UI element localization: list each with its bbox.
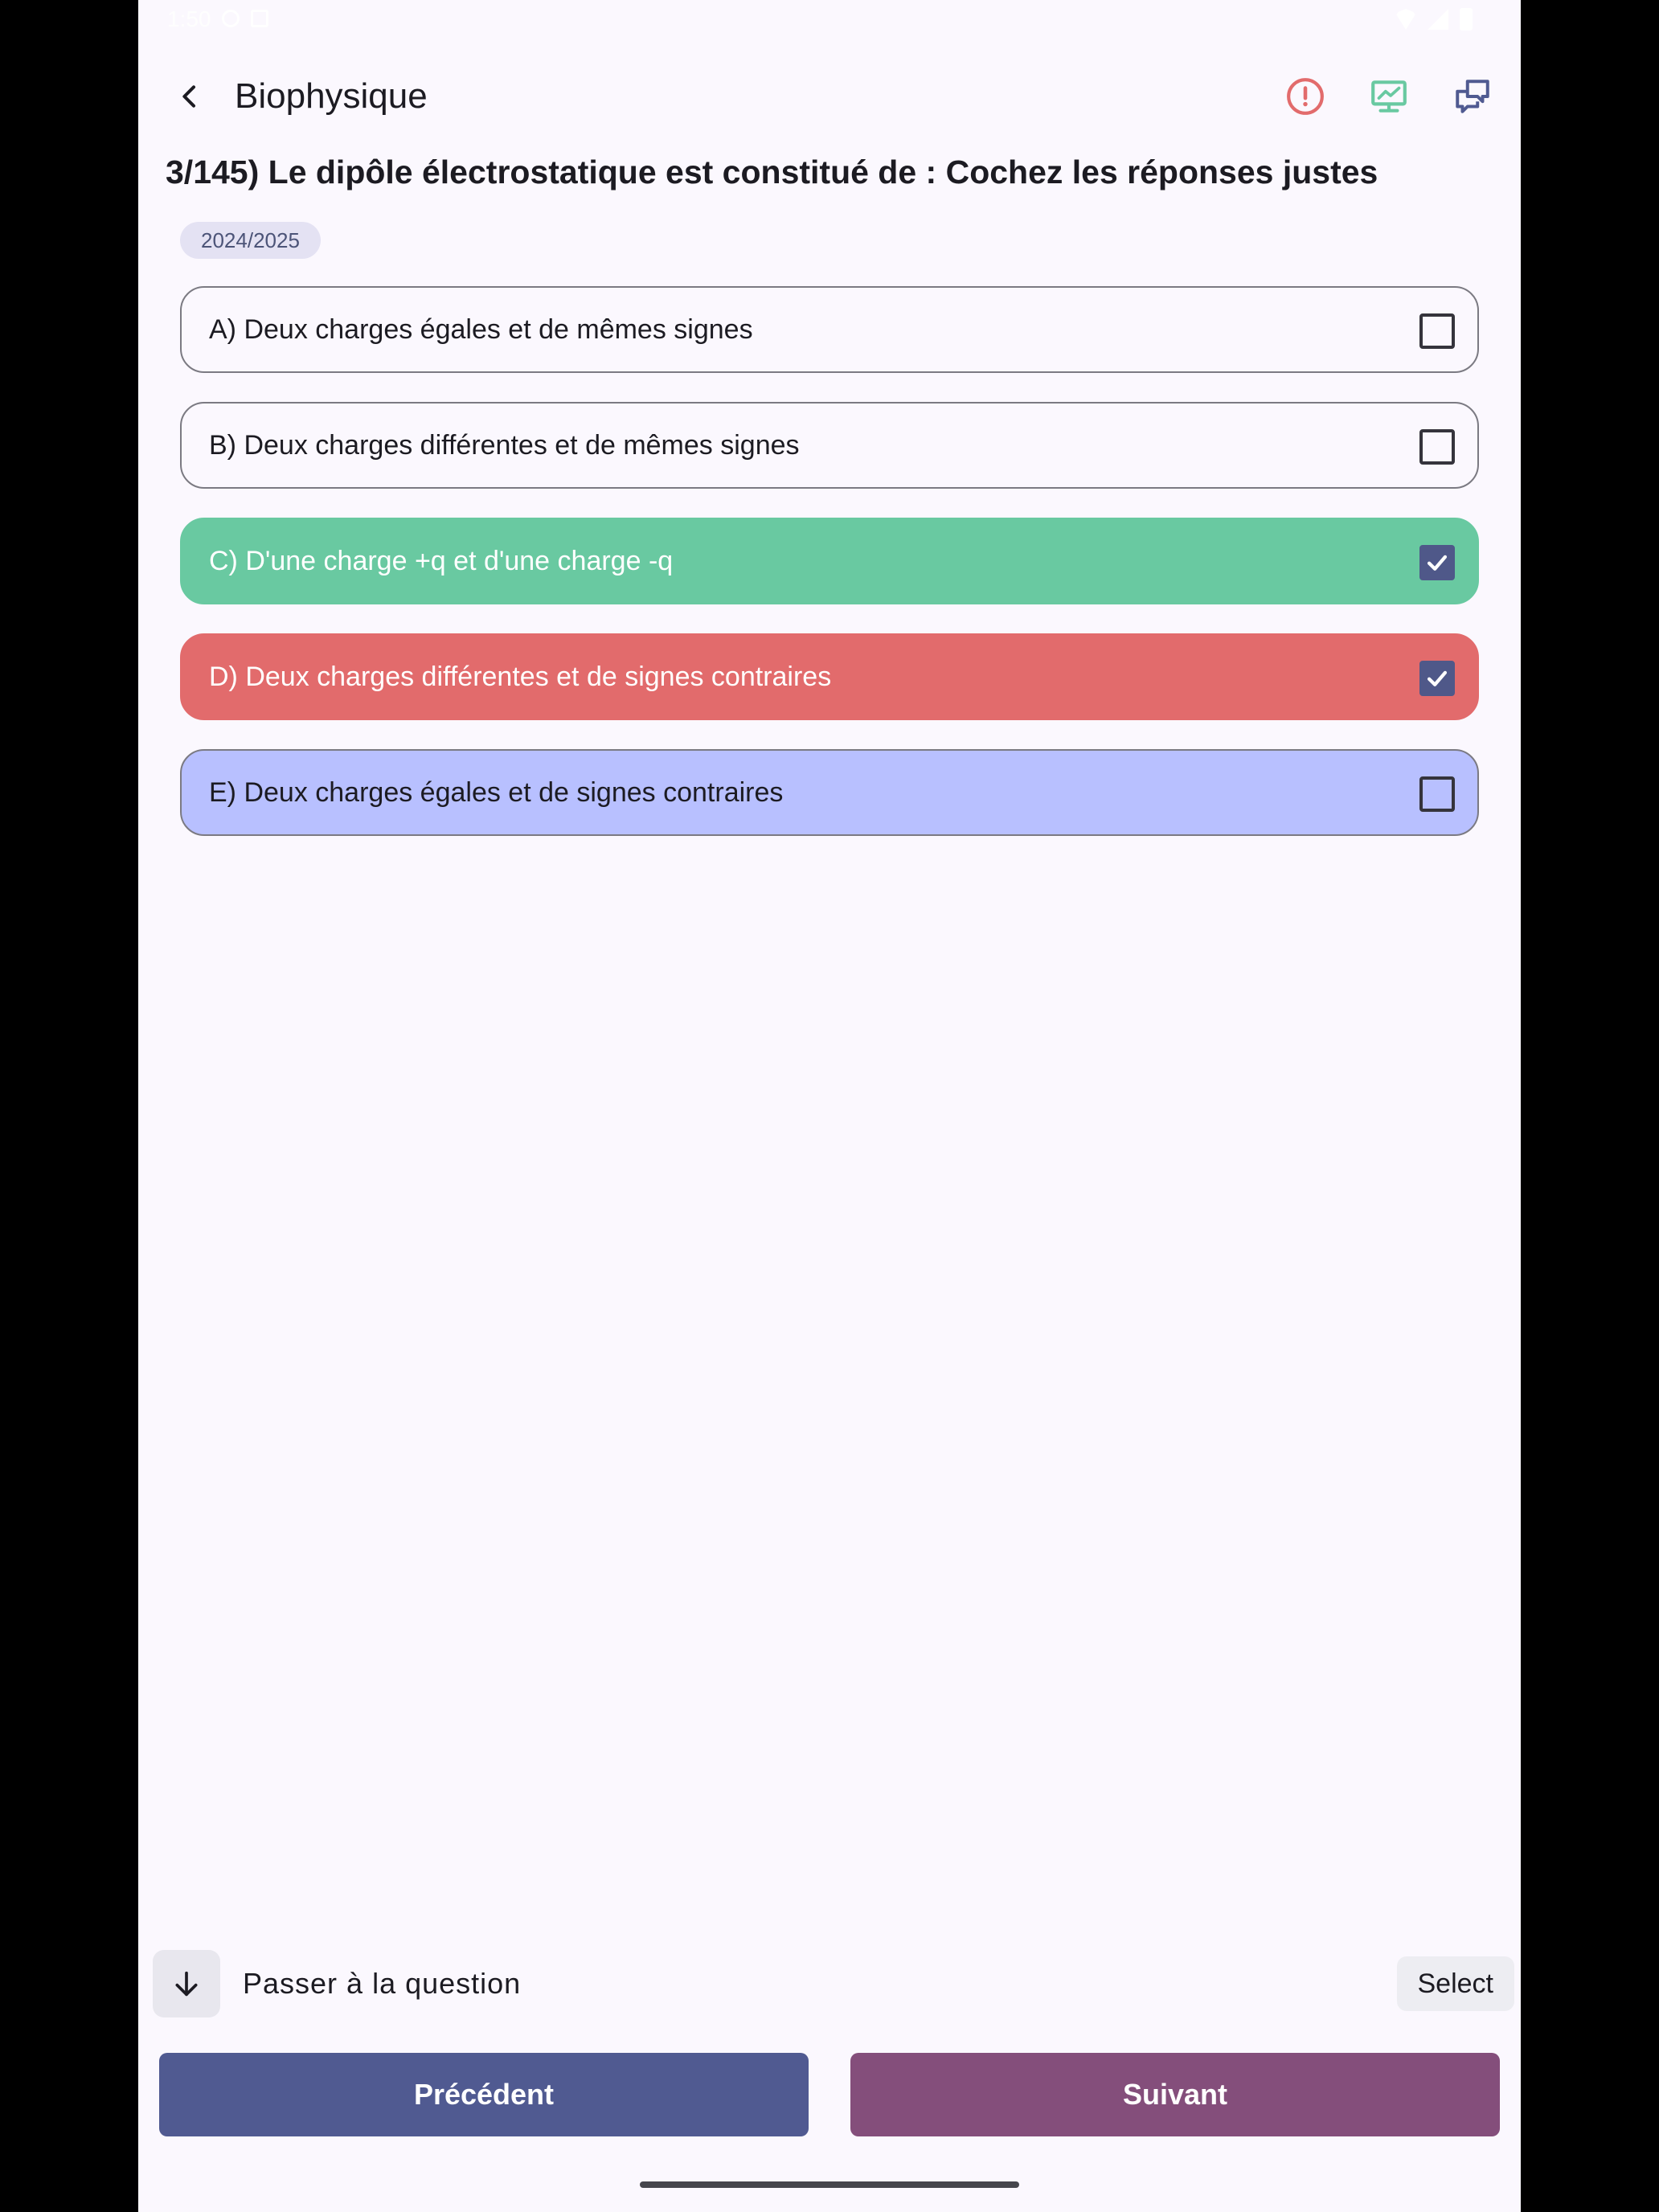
comments-icon bbox=[1456, 80, 1489, 113]
option-b[interactable]: B) Deux charges différentes et de mêmes … bbox=[180, 402, 1479, 489]
back-arrow-icon bbox=[182, 85, 195, 108]
option-d[interactable]: D) Deux charges différentes et de signes… bbox=[180, 633, 1479, 720]
option-e[interactable]: E) Deux charges égales et de signes cont… bbox=[180, 749, 1479, 836]
previous-button[interactable]: Précédent bbox=[159, 2053, 809, 2136]
year-tag: 2024/2025 bbox=[180, 222, 321, 259]
report-button[interactable] bbox=[1273, 64, 1337, 129]
wifi-icon bbox=[1395, 9, 1416, 30]
question-text: 3/145) Le dipôle électrostatique est con… bbox=[166, 154, 1378, 190]
app-screen: 1:50 Biophysique 3/145) Le dipôle électr… bbox=[138, 0, 1521, 2212]
option-label: C) D'une charge +q et d'une charge -q bbox=[209, 546, 674, 576]
back-button[interactable] bbox=[158, 64, 222, 129]
statistics-button[interactable] bbox=[1357, 64, 1421, 129]
arrow-down-icon bbox=[175, 1971, 198, 1997]
status-time: 1:50 bbox=[167, 6, 211, 31]
checkmark-icon bbox=[1427, 555, 1448, 571]
jump-button[interactable] bbox=[153, 1950, 220, 2017]
select-button[interactable]: Select bbox=[1396, 1956, 1514, 2011]
battery-icon bbox=[1460, 8, 1473, 31]
status-icons bbox=[1395, 8, 1473, 31]
notification-icon bbox=[251, 10, 268, 27]
page-title: Biophysique bbox=[235, 76, 428, 116]
option-label: A) Deux charges égales et de mêmes signe… bbox=[209, 314, 753, 345]
chart-monitor-icon bbox=[1371, 80, 1407, 113]
home-indicator[interactable] bbox=[640, 2181, 1019, 2188]
signal-icon bbox=[1428, 9, 1448, 30]
option-a[interactable]: A) Deux charges égales et de mêmes signe… bbox=[180, 286, 1479, 373]
status-bar: 1:50 bbox=[138, 0, 1521, 40]
alarm-icon bbox=[222, 10, 240, 27]
option-label: E) Deux charges égales et de signes cont… bbox=[209, 777, 784, 808]
checkbox[interactable] bbox=[1419, 776, 1455, 812]
jump-to-question-row: Passer à la question Select bbox=[138, 1948, 1521, 2019]
checkbox[interactable] bbox=[1419, 429, 1455, 465]
checkbox[interactable] bbox=[1419, 661, 1455, 696]
app-bar: Biophysique bbox=[138, 64, 1521, 129]
checkbox[interactable] bbox=[1419, 313, 1455, 349]
alert-circle-icon bbox=[1287, 78, 1324, 115]
checkbox[interactable] bbox=[1419, 545, 1455, 580]
jump-label[interactable]: Passer à la question bbox=[243, 1964, 521, 2003]
option-c[interactable]: C) D'une charge +q et d'une charge -q bbox=[180, 518, 1479, 604]
comments-button[interactable] bbox=[1440, 64, 1505, 129]
option-label: B) Deux charges différentes et de mêmes … bbox=[209, 430, 800, 461]
next-button[interactable]: Suivant bbox=[850, 2053, 1500, 2136]
option-label: D) Deux charges différentes et de signes… bbox=[209, 662, 832, 692]
checkmark-icon bbox=[1427, 670, 1448, 686]
